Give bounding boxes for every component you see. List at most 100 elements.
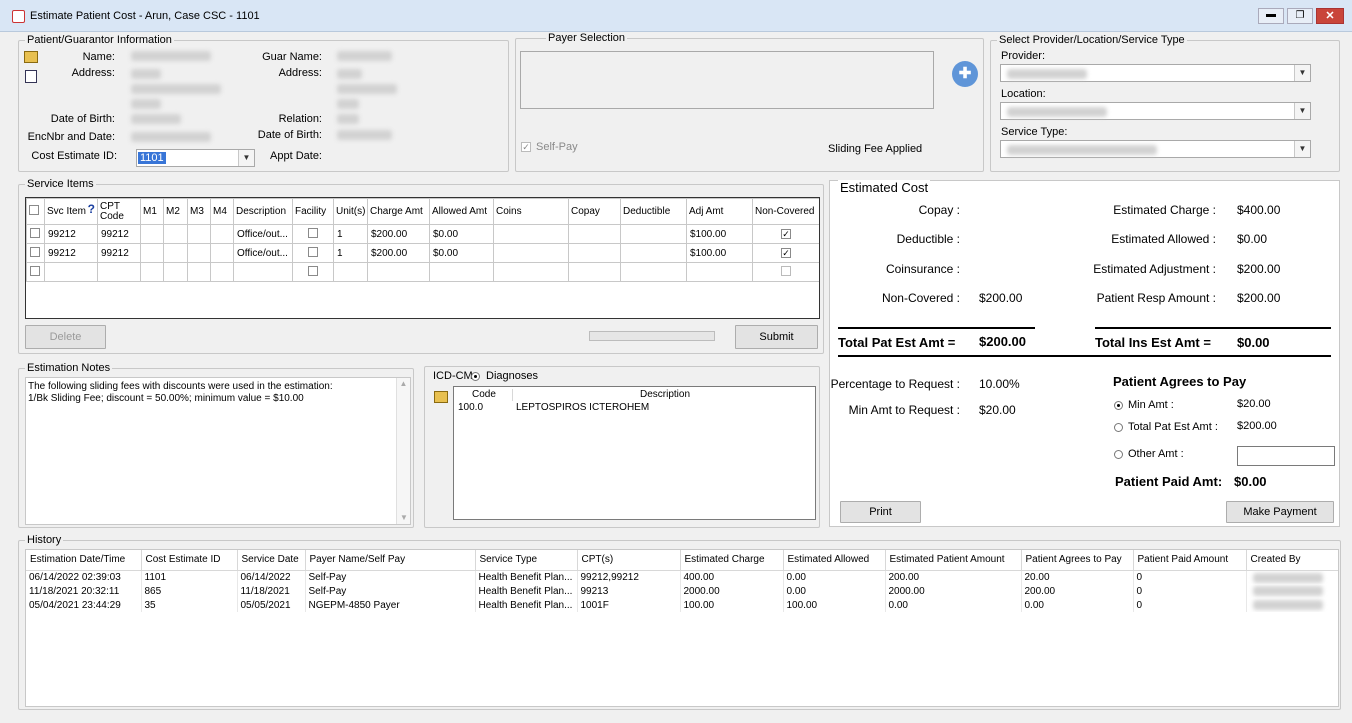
- print-button[interactable]: Print: [840, 501, 921, 523]
- cell-charge[interactable]: $200.00: [367, 224, 430, 244]
- table-row[interactable]: 99212 99212 Office/out... 1 $200.00 $0.0…: [26, 224, 819, 244]
- col-created-by[interactable]: Created By: [1246, 550, 1338, 571]
- cost-id-label: Cost Estimate ID:: [31, 150, 117, 162]
- facility-checkbox[interactable]: [292, 243, 334, 263]
- service-type-combo[interactable]: ▼: [1000, 140, 1311, 158]
- cell-cpt[interactable]: 99212: [97, 224, 141, 244]
- open-folder-icon[interactable]: [24, 51, 38, 63]
- chevron-down-icon[interactable]: ▼: [1294, 141, 1310, 157]
- non-covered-label: Non-Covered :: [881, 291, 960, 305]
- row-checkbox[interactable]: [26, 224, 45, 244]
- cell-m1[interactable]: [140, 224, 164, 244]
- guar-name-label: Guar Name:: [262, 51, 322, 63]
- col-patient-paid[interactable]: Patient Paid Amount: [1133, 550, 1247, 571]
- cell-allowed[interactable]: $0.00: [429, 243, 494, 263]
- location-combo[interactable]: ▼: [1000, 102, 1311, 120]
- cell-coins[interactable]: [493, 243, 569, 263]
- self-pay-checkbox[interactable]: ✓: [521, 141, 531, 153]
- diagnoses-list[interactable]: Code Description 100.0 LEPTOSPIROS ICTER…: [453, 386, 816, 520]
- maximize-button[interactable]: ❐: [1287, 8, 1313, 24]
- history-row[interactable]: 06/14/2022 02:39:03 1101 06/14/2022 Self-Pa…: [26, 570, 1338, 584]
- facility-checkbox[interactable]: [292, 224, 334, 244]
- provider-group: Select Provider/Location/Service Type Pr…: [990, 34, 1340, 172]
- facility-checkbox[interactable]: [292, 262, 334, 282]
- other-amt-radio[interactable]: [1114, 448, 1123, 460]
- other-amt-input[interactable]: [1237, 446, 1335, 466]
- submit-button[interactable]: Submit: [735, 325, 818, 349]
- cell-copay[interactable]: [568, 224, 621, 244]
- cell-m1[interactable]: [140, 243, 164, 263]
- copay-label: Copay :: [918, 203, 960, 217]
- cell-deductible[interactable]: [620, 243, 687, 263]
- cell-charge[interactable]: $200.00: [367, 243, 430, 263]
- cell-adj[interactable]: $100.00: [686, 224, 753, 244]
- document-icon[interactable]: [25, 70, 37, 83]
- row-checkbox[interactable]: [26, 243, 45, 263]
- cell-description[interactable]: Office/out...: [233, 224, 293, 244]
- help-icon[interactable]: ?: [88, 203, 95, 215]
- history-row[interactable]: 11/18/2021 20:32:11 865 11/18/2021 Self-Pay…: [26, 584, 1338, 598]
- table-row[interactable]: 99212 99212 Office/out... 1 $200.00 $0.0…: [26, 243, 819, 263]
- diagnoses-radio[interactable]: [471, 370, 480, 382]
- cell-m2[interactable]: [163, 243, 188, 263]
- col-estimated-allowed[interactable]: Estimated Allowed: [783, 550, 886, 571]
- total-pat-radio[interactable]: [1114, 421, 1123, 433]
- notes-textarea[interactable]: The following sliding fees with discount…: [25, 377, 411, 525]
- min-request-label: Min Amt to Request :: [848, 403, 960, 417]
- cell-svc-item[interactable]: 99212: [44, 243, 98, 263]
- cell-adj[interactable]: $100.00: [686, 243, 753, 263]
- cell-copay[interactable]: [568, 243, 621, 263]
- cell-m3[interactable]: [187, 224, 211, 244]
- cell-m3[interactable]: [187, 243, 211, 263]
- cell-svc-item[interactable]: 99212: [44, 224, 98, 244]
- patient-resp-value: $200.00: [1237, 291, 1281, 305]
- col-estimation-date[interactable]: Estimation Date/Time: [26, 550, 142, 571]
- minimize-button[interactable]: ▬: [1258, 8, 1284, 24]
- est-allowed-value: $0.00: [1237, 232, 1268, 246]
- history-grid: Estimation Date/Time Cost Estimate ID Se…: [25, 549, 1339, 707]
- diagnosis-description[interactable]: LEPTOSPIROS ICTEROHEM: [516, 402, 649, 413]
- delete-button[interactable]: Delete: [25, 325, 106, 349]
- min-amt-radio[interactable]: [1114, 399, 1123, 411]
- service-type-label: Service Type:: [1001, 126, 1068, 138]
- provider-combo[interactable]: ▼: [1000, 64, 1311, 82]
- cell-coins[interactable]: [493, 224, 569, 244]
- col-estimated-charge[interactable]: Estimated Charge: [680, 550, 784, 571]
- col-service-type[interactable]: Service Type: [475, 550, 578, 571]
- col-copay: Copay: [568, 198, 621, 225]
- col-cost-estimate-id[interactable]: Cost Estimate ID: [141, 550, 238, 571]
- col-service-date[interactable]: Service Date: [237, 550, 306, 571]
- cell-allowed[interactable]: $0.00: [429, 224, 494, 244]
- cell-description[interactable]: Office/out...: [233, 243, 293, 263]
- diagnosis-code[interactable]: 100.0: [458, 402, 483, 413]
- col-patient-agrees[interactable]: Patient Agrees to Pay: [1021, 550, 1134, 571]
- cell-units[interactable]: 1: [333, 224, 368, 244]
- col-payer-name[interactable]: Payer Name/Self Pay: [305, 550, 476, 571]
- history-row[interactable]: 05/04/2021 23:44:29 35 05/05/2021 NGEPM-485…: [26, 598, 1338, 612]
- cell-m2[interactable]: [163, 224, 188, 244]
- notes-scrollbar[interactable]: ▲ ▼: [396, 378, 410, 524]
- payer-shield-icon[interactable]: ✚: [952, 61, 978, 87]
- cell-deductible[interactable]: [620, 224, 687, 244]
- chevron-down-icon[interactable]: ▼: [1294, 65, 1310, 81]
- make-payment-button[interactable]: Make Payment: [1226, 501, 1334, 523]
- cell-m4[interactable]: [210, 224, 234, 244]
- non-covered-checkbox[interactable]: ✓: [752, 243, 819, 263]
- close-button[interactable]: ✕: [1316, 8, 1344, 24]
- patient-paid-value: $0.00: [1234, 474, 1267, 489]
- cell-units[interactable]: 1: [333, 243, 368, 263]
- cell-m4[interactable]: [210, 243, 234, 263]
- chevron-down-icon[interactable]: ▼: [1294, 103, 1310, 119]
- table-row-new[interactable]: [26, 262, 819, 282]
- non-covered-checkbox[interactable]: ✓: [752, 224, 819, 244]
- non-covered-checkbox[interactable]: [752, 262, 819, 282]
- non-covered-value: $200.00: [979, 291, 1023, 305]
- open-folder-icon[interactable]: [434, 391, 448, 403]
- payer-list[interactable]: [520, 51, 934, 109]
- row-checkbox[interactable]: [26, 262, 45, 282]
- select-all-checkbox[interactable]: [26, 198, 45, 225]
- col-cpts[interactable]: CPT(s): [577, 550, 681, 571]
- cell-cpt[interactable]: 99212: [97, 243, 141, 263]
- col-estimated-patient-amount[interactable]: Estimated Patient Amount: [885, 550, 1022, 571]
- guar-dob-label: Date of Birth:: [257, 129, 322, 141]
